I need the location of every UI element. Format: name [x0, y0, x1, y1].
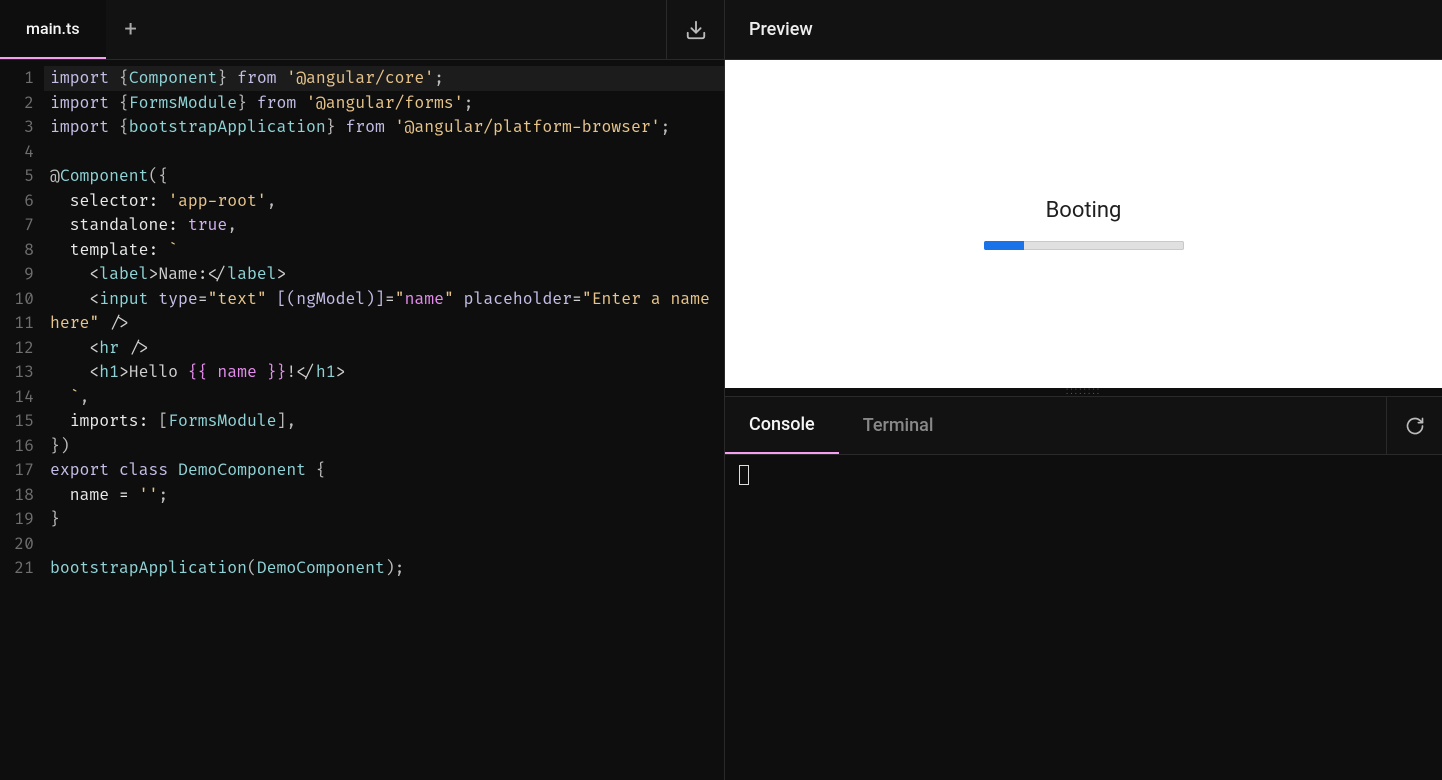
tab-terminal[interactable]: Terminal [839, 397, 958, 454]
console-panel: Console Terminal [725, 396, 1442, 780]
editor-tab-label: main.ts [26, 19, 80, 38]
tab-console-label: Console [749, 414, 815, 435]
horizontal-splitter[interactable]: :::::::: [725, 388, 1442, 396]
preview-canvas: Booting [725, 60, 1442, 388]
code-editor[interactable]: 123456789101112131415161718192021 import… [0, 60, 724, 780]
download-button[interactable] [666, 0, 724, 59]
tab-console[interactable]: Console [725, 397, 839, 454]
download-icon [685, 19, 707, 41]
preview-status-text: Booting [1046, 198, 1122, 223]
progress-bar [984, 241, 1184, 250]
console-tabbar: Console Terminal [725, 397, 1442, 455]
refresh-button[interactable] [1386, 397, 1442, 454]
progress-fill [984, 241, 1024, 250]
tab-terminal-label: Terminal [863, 415, 934, 436]
plus-icon: + [124, 17, 136, 42]
console-cursor [739, 465, 749, 485]
preview-title: Preview [749, 19, 813, 40]
line-gutter: 123456789101112131415161718192021 [0, 60, 44, 780]
code-content: import {Component} from '@angular/core';… [44, 60, 724, 780]
console-body[interactable] [725, 455, 1442, 780]
new-tab-button[interactable]: + [106, 0, 156, 59]
console-tabbar-spacer [957, 397, 1386, 454]
preview-header: Preview [725, 0, 1442, 60]
tabbar-spacer [156, 0, 666, 59]
refresh-icon [1405, 416, 1425, 436]
editor-panel: main.ts + 123456789101112131415161718192… [0, 0, 725, 780]
editor-tab-main[interactable]: main.ts [0, 0, 106, 59]
right-panel: Preview Booting :::::::: Console Termina… [725, 0, 1442, 780]
editor-tabbar: main.ts + [0, 0, 724, 60]
